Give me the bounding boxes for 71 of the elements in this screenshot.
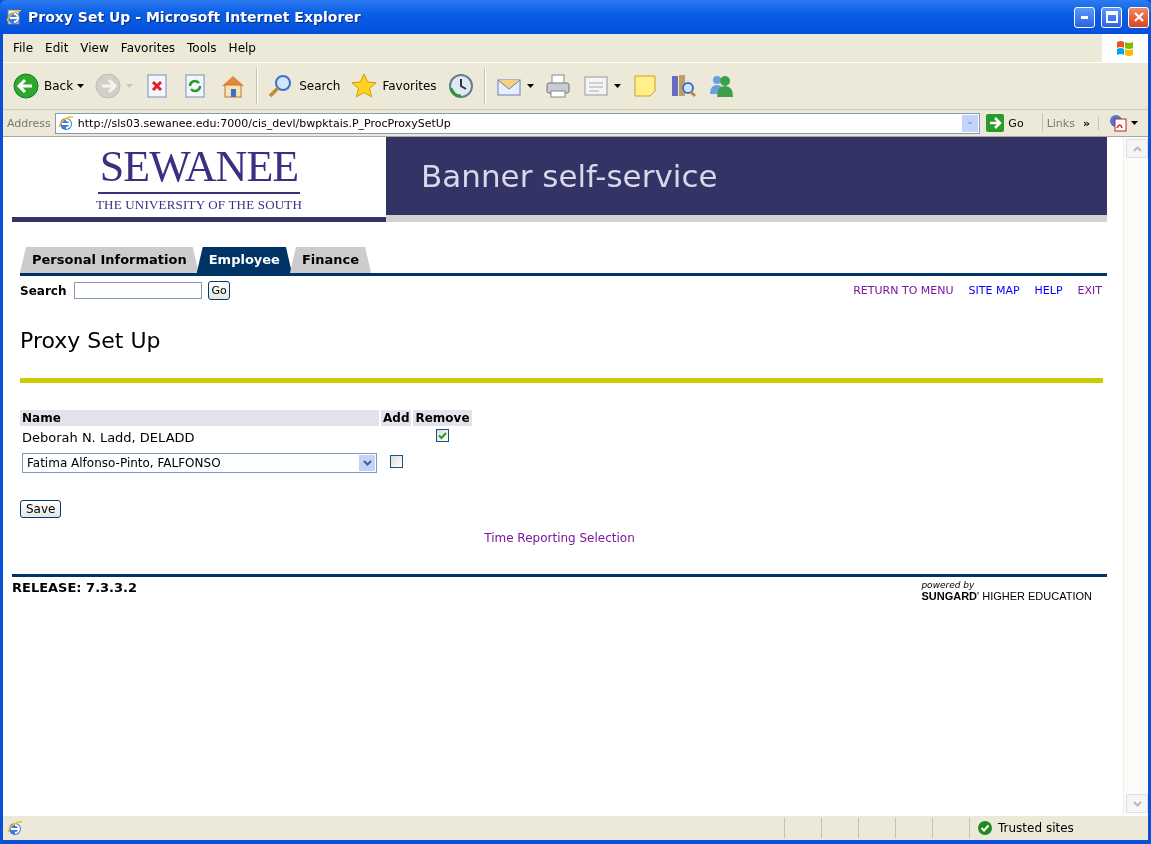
- close-icon: [1132, 11, 1145, 23]
- menu-item[interactable]: Edit: [39, 39, 75, 57]
- address-label: Address: [7, 116, 51, 130]
- maximize-button[interactable]: [1101, 6, 1122, 28]
- logo-wordmark: SEWANEE: [97, 145, 301, 194]
- links-label[interactable]: Links: [1046, 116, 1075, 130]
- nav-link[interactable]: SITE MAP: [968, 284, 1020, 297]
- menu-item[interactable]: Favorites: [114, 39, 182, 57]
- menu-item[interactable]: View: [74, 39, 115, 57]
- search-label: Search: [20, 283, 67, 298]
- proxy-dropdown[interactable]: Fatima Alfonso-Pinto, FALFONSO: [22, 453, 377, 473]
- menu-item[interactable]: Help: [222, 39, 262, 57]
- chevron-down-icon: [1132, 800, 1142, 807]
- flag-icon: [1114, 38, 1136, 58]
- back-button[interactable]: Back: [9, 70, 88, 102]
- minimize-icon: [1081, 15, 1088, 19]
- url-text: http://sls03.sewanee.edu:7000/cis_devl/bwpktais.P_ProcProxySetUp: [77, 116, 452, 130]
- menu-item[interactable]: File: [7, 39, 40, 57]
- column-header: Name: [20, 410, 379, 426]
- proxy-name: Deborah N. Ladd, DELADD: [22, 429, 195, 445]
- vendor-logo-text: SUNGARD' HIGHER EDUCATION: [921, 590, 1092, 602]
- scrollbar[interactable]: [1123, 137, 1148, 815]
- chevron-down-icon: [362, 460, 372, 466]
- clock-icon: [446, 72, 475, 100]
- check-circle-icon: [978, 821, 992, 835]
- security-zone: Trusted sites: [998, 821, 1074, 835]
- chevron-down-icon: [968, 120, 973, 126]
- tab[interactable]: Finance: [289, 247, 372, 273]
- pdf-icon: [1109, 114, 1127, 132]
- page-icon: [6, 9, 22, 25]
- chevron-up-icon: [1132, 145, 1142, 152]
- chevron-text[interactable]: »: [1082, 116, 1090, 130]
- forward-icon: [94, 72, 123, 100]
- minimize-button[interactable]: [1074, 6, 1095, 28]
- tab[interactable]: Personal Information: [20, 247, 199, 273]
- favorites-button[interactable]: Favorites: [347, 70, 440, 102]
- caret-icon: [613, 84, 621, 88]
- go-button[interactable]: Go: [984, 114, 1043, 132]
- menu-item[interactable]: Tools: [181, 39, 223, 57]
- page-icon: [7, 820, 23, 836]
- printer-icon: [543, 72, 572, 100]
- search-button[interactable]: Search: [264, 70, 344, 102]
- back-icon: [12, 72, 40, 100]
- release-label: RELEASE: 7.3.3.2: [12, 580, 138, 597]
- close-button[interactable]: [1128, 6, 1149, 28]
- page-title: Proxy Set Up: [20, 328, 162, 353]
- page-icon: [57, 115, 74, 131]
- nav-link[interactable]: HELP: [1034, 284, 1063, 297]
- checkbox[interactable]: [436, 429, 449, 442]
- banner-title: Banner self-service: [386, 137, 1107, 215]
- window-title: Proxy Set Up - Microsoft Internet Explorer: [28, 9, 362, 25]
- caret-icon: [526, 84, 534, 88]
- time-reporting-link[interactable]: Time Reporting Selection: [484, 531, 635, 545]
- caret-icon: [77, 84, 85, 88]
- search-field[interactable]: [74, 282, 203, 299]
- tab[interactable]: Employee: [196, 247, 292, 273]
- powered-by-caption: powered by: [921, 580, 976, 590]
- maximize-icon: [1105, 11, 1118, 23]
- caret-icon: [126, 84, 134, 88]
- star-icon: [350, 72, 379, 100]
- nav-link[interactable]: RETURN TO MENU: [853, 284, 954, 297]
- logo-subtitle: THE UNIVERSITY OF THE SOUTH: [95, 197, 303, 213]
- column-header: Add: [381, 410, 412, 426]
- caret-icon: [1131, 121, 1138, 125]
- nav-link[interactable]: EXIT: [1077, 284, 1102, 297]
- save-button[interactable]: Save: [20, 500, 62, 518]
- checkbox[interactable]: [389, 455, 403, 468]
- go-button[interactable]: Go: [208, 281, 230, 300]
- column-header: Remove: [413, 410, 472, 426]
- arrow-right-icon: [986, 114, 1005, 132]
- address-field[interactable]: http://sls03.sewanee.edu:7000/cis_devl/bwpktais.P_ProcProxySetUp: [54, 112, 981, 134]
